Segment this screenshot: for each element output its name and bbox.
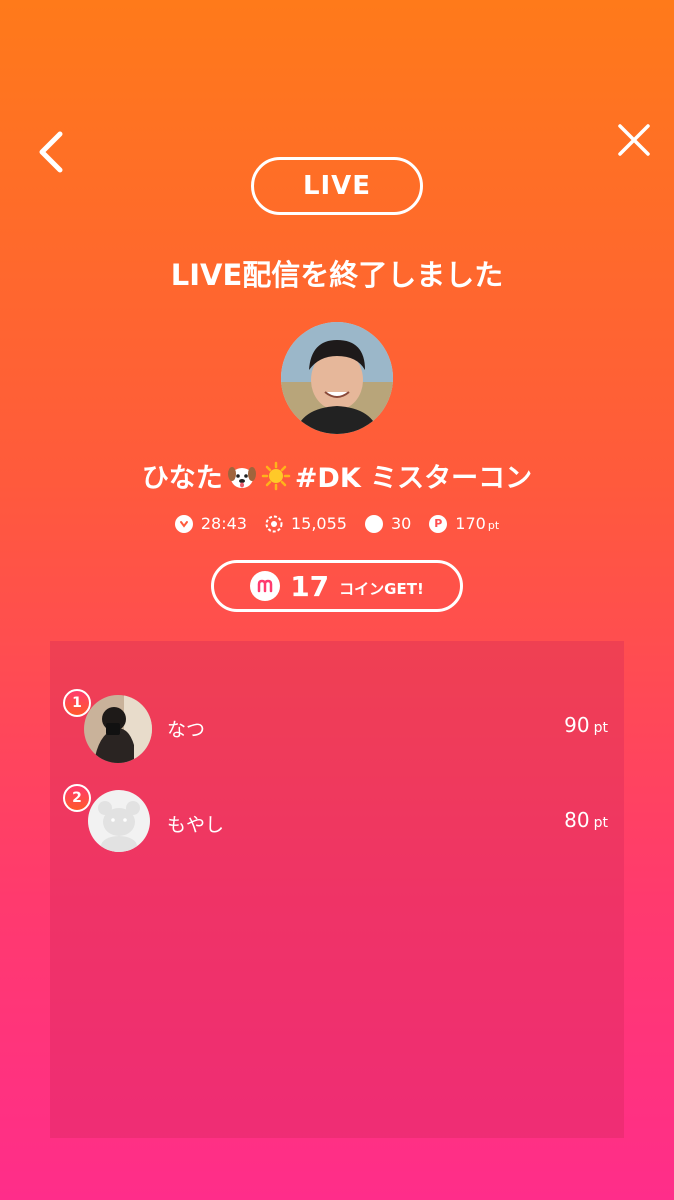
live-badge: LIVE [251,157,423,215]
stats-bar: 28:43 15,055 30 P 170 pt [0,514,674,533]
dog-face-icon [227,466,256,488]
comments-stat: 30 [364,514,411,533]
chevron-left-icon [39,131,63,173]
user-name: なつ [167,719,206,741]
ranking-row[interactable]: 1 なつ 90 pt [50,689,624,769]
comment-icon [364,514,383,533]
user-avatar [88,790,150,852]
rank-badge: 2 [63,784,91,812]
coins-earned-badge: 17 コインGET! [211,560,463,612]
streamer-photo [281,322,393,434]
coin-icon [250,571,281,601]
ranking-panel: 1 なつ 90 pt 2 もやし 80 pt [50,641,624,1138]
user-points: 80 pt [564,808,608,832]
page-title: LIVE配信を終了しました [170,258,504,292]
ranking-row[interactable]: 2 もやし 80 pt [50,784,624,864]
close-icon [618,124,650,156]
points-stat: P 170 pt [429,514,499,533]
points-icon: P [429,514,448,533]
user-name: もやし [167,814,225,836]
rank-badge: 1 [63,689,91,717]
user-points: 90 pt [564,713,608,737]
live-badge-label: LIVE [302,171,372,201]
eye-icon [265,515,283,533]
streamer-name: ひなた #DK ミスターコン [0,456,674,495]
close-button[interactable] [616,122,652,158]
clock-icon [174,514,193,533]
sun-icon [261,461,291,490]
duration-stat: 28:43 [174,514,247,533]
streamer-avatar[interactable] [281,322,393,434]
back-button[interactable] [34,128,74,176]
views-stat: 15,055 [265,514,347,533]
user-avatar [84,695,152,763]
